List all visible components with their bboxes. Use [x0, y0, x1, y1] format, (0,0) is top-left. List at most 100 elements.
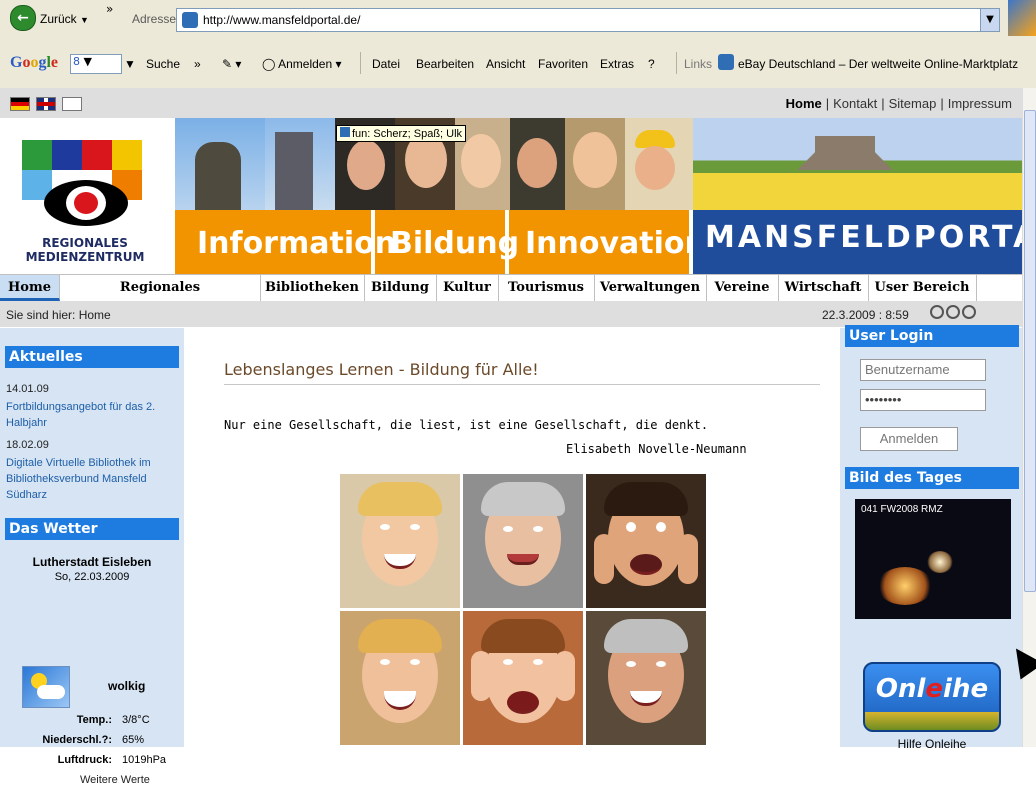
- zoom-in-icon[interactable]: [930, 305, 944, 319]
- nav-user-bereich[interactable]: User Bereich: [868, 275, 977, 301]
- weather-value: 3/8°C: [122, 714, 150, 726]
- address-label: Adresse: [132, 12, 177, 26]
- news-heading: Aktuelles: [5, 346, 179, 368]
- quote-text: Nur eine Gesellschaft, die liest, ist ei…: [224, 418, 709, 432]
- login-heading: User Login: [845, 325, 1019, 347]
- address-dropdown-icon[interactable]: ▼: [980, 9, 999, 31]
- top-links: Home | Kontakt | Sitemap | Impressum: [785, 96, 1012, 111]
- nav-kultur[interactable]: Kultur: [436, 275, 499, 301]
- menu-view[interactable]: Ansicht: [486, 57, 525, 71]
- accessibility-icon[interactable]: [62, 97, 82, 111]
- onleihe-help-link[interactable]: Hilfe Onleihe: [863, 737, 1001, 751]
- weather-heading: Das Wetter: [5, 518, 179, 540]
- german-flag-icon[interactable]: [10, 97, 30, 111]
- wrench-icon[interactable]: ✎ ▾: [222, 57, 241, 71]
- nav-wirtschaft[interactable]: Wirtschaft: [778, 275, 869, 301]
- toplink-sitemap[interactable]: Sitemap: [889, 96, 937, 111]
- browser-chrome: ← Zurück ▼ » Adresse http://www.mansfeld…: [0, 0, 1036, 89]
- nav-regionales-medienzentrum[interactable]: Regionales Medienzentrum: [60, 275, 261, 321]
- portal-title: MANSFELDPORTAL: [705, 220, 1036, 255]
- face-photo: [586, 474, 706, 608]
- google-more-chevron[interactable]: »: [194, 57, 201, 71]
- portal-title-block: MANSFELDPORTAL: [693, 210, 1036, 274]
- weather-condition: wolkig: [108, 679, 146, 693]
- back-button[interactable]: Zurück ▼: [40, 12, 89, 26]
- menu-extras[interactable]: Extras: [600, 57, 634, 71]
- password-field[interactable]: ••••••••: [860, 389, 986, 411]
- ebay-link[interactable]: eBay Deutschland – Der weltweite Online-…: [738, 57, 1018, 71]
- scrollbar-thumb[interactable]: [1024, 110, 1036, 592]
- menu-help[interactable]: ?: [648, 57, 655, 71]
- back-arrow-icon[interactable]: ←: [10, 5, 36, 31]
- zoom-out-icon[interactable]: [962, 305, 976, 319]
- browser-logo-icon: [1008, 0, 1036, 36]
- banner: REGIONALES MEDIENZENTRUM fun: Scherz; Spa: [0, 118, 1036, 274]
- google-logo: Google: [10, 54, 59, 71]
- news-link[interactable]: Digitale Virtuelle Bibliothek im Bibliot…: [6, 455, 176, 503]
- page-icon: [182, 12, 198, 28]
- nav-bildung[interactable]: Bildung: [364, 275, 437, 301]
- menu-file[interactable]: Datei: [372, 57, 400, 71]
- page-title: Lebenslanges Lernen - Bildung für Alle!: [224, 360, 539, 379]
- dictionary-icon: [340, 127, 350, 137]
- news-date: 18.02.09: [6, 439, 49, 451]
- menu-favorites[interactable]: Favoriten: [538, 57, 588, 71]
- banner-word-information: Information: [197, 226, 397, 261]
- toplink-kontakt[interactable]: Kontakt: [833, 96, 877, 111]
- google-search-dropdown-icon[interactable]: ▼: [124, 57, 136, 71]
- toolbar-separator: [360, 52, 361, 74]
- right-sidebar: User Login Benutzername •••••••• Anmelde…: [840, 325, 1022, 751]
- toolbar-separator: [676, 52, 677, 74]
- weather-more-link[interactable]: Weitere Werte: [80, 774, 150, 786]
- news-link[interactable]: Fortbildungsangebot für das 2. Halbjahr: [6, 399, 176, 431]
- face-photo: [463, 611, 583, 745]
- username-field[interactable]: Benutzername: [860, 359, 986, 381]
- google-signin-button[interactable]: ◯ Anmelden ▾: [262, 57, 342, 71]
- weather-label: Luftdruck:: [57, 754, 112, 766]
- title-divider: [224, 384, 820, 385]
- toplink-impressum[interactable]: Impressum: [948, 96, 1012, 111]
- nav-tourismus[interactable]: Tourismus: [498, 275, 595, 301]
- weather-value: 1019hPa: [122, 754, 167, 766]
- weather-value: 65%: [122, 734, 145, 746]
- toplink-home[interactable]: Home: [786, 96, 822, 111]
- face-photo: [463, 474, 583, 608]
- quote-author: Elisabeth Novelle-Neumann: [566, 442, 747, 456]
- tooltip: fun: Scherz; Spaß; Ulk: [336, 125, 467, 142]
- uk-flag-icon[interactable]: [36, 97, 56, 111]
- logo-text: REGIONALES MEDIENZENTRUM: [25, 236, 145, 264]
- banner-photo-strip: [175, 118, 1022, 210]
- rmz-logo[interactable]: REGIONALES MEDIENZENTRUM: [10, 140, 160, 272]
- address-url[interactable]: http://www.mansfeldportal.de/: [203, 13, 360, 27]
- breadcrumb-bar: Sie sind hier: Home 22.3.2009 : 8:59: [0, 301, 1022, 327]
- login-button[interactable]: Anmelden: [860, 427, 958, 451]
- google-search-button[interactable]: Suche: [146, 57, 180, 71]
- face-photo: [340, 474, 460, 608]
- nav-verwaltungen[interactable]: Verwaltungen: [594, 275, 707, 301]
- website: Home | Kontakt | Sitemap | Impressum REGIONALE…: [0, 88, 1036, 786]
- zoom-reset-icon[interactable]: [946, 305, 960, 319]
- banner-word-bildung: Bildung: [390, 226, 520, 261]
- toolbar-overflow-chevron[interactable]: »: [106, 2, 113, 16]
- nav-home[interactable]: Home: [0, 275, 60, 301]
- eye-logo-icon: [44, 180, 128, 226]
- links-label: Links: [684, 57, 713, 71]
- breadcrumb: Sie sind hier: Home: [6, 308, 111, 322]
- onleihe-logo[interactable]: Onleihe: [863, 662, 1001, 732]
- nav-bibliotheken[interactable]: Bibliotheken: [260, 275, 365, 301]
- menu-edit[interactable]: Bearbeiten: [416, 57, 474, 71]
- picture-caption: 041 FW2008 RMZ: [861, 504, 943, 515]
- face-photo: [586, 611, 706, 745]
- google-search-box[interactable]: 8 ▼: [70, 54, 122, 74]
- main-content: Lebenslanges Lernen - Bildung für Alle! …: [184, 328, 840, 747]
- main-nav: Home Regionales Medienzentrum Bibliothek…: [0, 274, 1022, 321]
- date-time: 22.3.2009 : 8:59: [822, 308, 909, 322]
- faces-collage: [340, 474, 706, 747]
- banner-words: Information Bildung Innovation MANSFELDP…: [175, 210, 1036, 274]
- cloudy-weather-icon: [22, 666, 70, 708]
- address-bar[interactable]: http://www.mansfeldportal.de/ ▼: [176, 8, 1000, 32]
- nav-vereine[interactable]: Vereine: [706, 275, 779, 301]
- weather-city: Lutherstadt Eisleben: [32, 555, 152, 569]
- weather-label: Temp.:: [76, 714, 112, 726]
- picture-of-day[interactable]: 041 FW2008 RMZ: [855, 499, 1011, 619]
